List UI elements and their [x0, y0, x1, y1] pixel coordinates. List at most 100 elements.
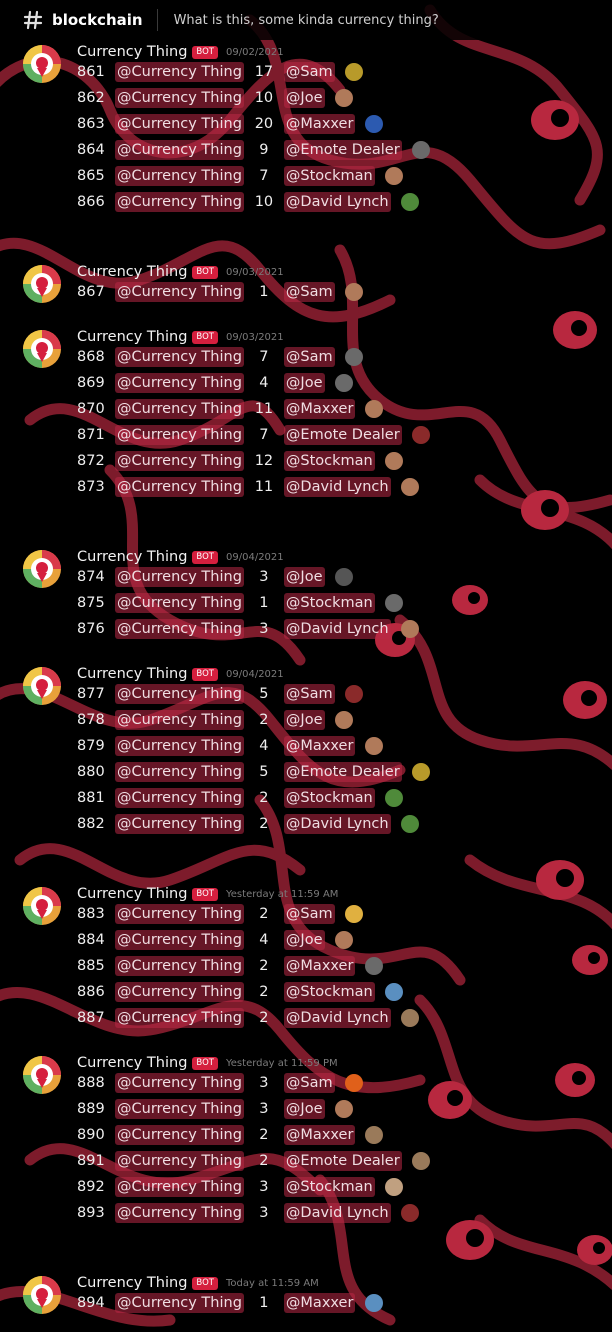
- bot-mention[interactable]: @Currency Thing: [115, 373, 244, 393]
- user-mention[interactable]: @David Lynch: [283, 192, 391, 212]
- user-mention[interactable]: @Sam: [283, 62, 335, 82]
- bot-mention[interactable]: @Currency Thing: [115, 762, 244, 782]
- bot-mention[interactable]: @Currency Thing: [115, 62, 244, 82]
- author-name[interactable]: Currency Thing: [77, 44, 187, 60]
- bot-mention[interactable]: @Currency Thing: [115, 1151, 244, 1171]
- avatar[interactable]: [22, 1275, 62, 1315]
- bot-mention[interactable]: @Currency Thing: [115, 166, 244, 186]
- message-line: 880 @Currency Thing 5 @Emote Dealer: [77, 760, 430, 784]
- user-mention[interactable]: @Stockman: [283, 166, 375, 186]
- message-line: 890 @Currency Thing 2 @Maxxer: [77, 1123, 384, 1147]
- avatar[interactable]: [22, 329, 62, 369]
- user-mention[interactable]: @Maxxer: [283, 114, 356, 134]
- bot-mention[interactable]: @Currency Thing: [115, 114, 244, 134]
- entry-number: 885: [77, 958, 105, 974]
- user-mention[interactable]: @Stockman: [283, 982, 375, 1002]
- user-mention[interactable]: @Sam: [283, 904, 335, 924]
- user-mention[interactable]: @Joe: [283, 710, 325, 730]
- bot-mention[interactable]: @Currency Thing: [115, 425, 244, 445]
- user-mention[interactable]: @Emote Dealer: [283, 1151, 402, 1171]
- bot-mention[interactable]: @Currency Thing: [115, 88, 244, 108]
- bot-mention[interactable]: @Currency Thing: [115, 982, 244, 1002]
- entry-number: 893: [77, 1205, 105, 1221]
- bot-mention[interactable]: @Currency Thing: [115, 1073, 244, 1093]
- message-header: Currency Thing BOT Yesterday at 11:59 PM: [77, 1053, 338, 1073]
- entry-number: 874: [77, 569, 105, 585]
- bot-mention[interactable]: @Currency Thing: [115, 956, 244, 976]
- entry-number: 892: [77, 1179, 105, 1195]
- bot-mention[interactable]: @Currency Thing: [115, 930, 244, 950]
- user-mention[interactable]: @Stockman: [283, 788, 375, 808]
- message-header: Currency Thing BOT 09/03/2021: [77, 327, 284, 347]
- bot-mention[interactable]: @Currency Thing: [115, 282, 244, 302]
- user-mention[interactable]: @Joe: [283, 930, 325, 950]
- author-name[interactable]: Currency Thing: [77, 264, 187, 280]
- bot-mention[interactable]: @Currency Thing: [115, 451, 244, 471]
- bot-mention[interactable]: @Currency Thing: [115, 1099, 244, 1119]
- avatar[interactable]: [22, 549, 62, 589]
- avatar[interactable]: [22, 886, 62, 926]
- user-mention[interactable]: @Emote Dealer: [283, 140, 402, 160]
- user-mention[interactable]: @David Lynch: [283, 619, 391, 639]
- message-line: 893 @Currency Thing 3 @David Lynch: [77, 1201, 419, 1225]
- user-mention[interactable]: @Stockman: [283, 451, 375, 471]
- bot-mention[interactable]: @Currency Thing: [115, 619, 244, 639]
- bot-mention[interactable]: @Currency Thing: [115, 593, 244, 613]
- message-line: 886 @Currency Thing 2 @Stockman: [77, 980, 403, 1004]
- user-mention[interactable]: @Emote Dealer: [283, 425, 402, 445]
- user-mention[interactable]: @Sam: [283, 347, 335, 367]
- user-mention[interactable]: @Sam: [283, 1073, 335, 1093]
- author-name[interactable]: Currency Thing: [77, 329, 187, 345]
- bot-mention[interactable]: @Currency Thing: [115, 477, 244, 497]
- user-mention[interactable]: @Maxxer: [283, 736, 356, 756]
- bot-mention[interactable]: @Currency Thing: [115, 1177, 244, 1197]
- bot-mention[interactable]: @Currency Thing: [115, 1203, 244, 1223]
- user-mention[interactable]: @Joe: [283, 373, 325, 393]
- bot-mention[interactable]: @Currency Thing: [115, 347, 244, 367]
- user-mention[interactable]: @Joe: [283, 567, 325, 587]
- entry-number: 884: [77, 932, 105, 948]
- avatar[interactable]: [22, 666, 62, 706]
- author-name[interactable]: Currency Thing: [77, 666, 187, 682]
- author-name[interactable]: Currency Thing: [77, 549, 187, 565]
- author-name[interactable]: Currency Thing: [77, 886, 187, 902]
- bot-mention[interactable]: @Currency Thing: [115, 140, 244, 160]
- user-mention[interactable]: @David Lynch: [283, 477, 391, 497]
- user-mention[interactable]: @Stockman: [283, 1177, 375, 1197]
- user-mention[interactable]: @Maxxer: [283, 1293, 356, 1313]
- bot-mention[interactable]: @Currency Thing: [115, 684, 244, 704]
- author-name[interactable]: Currency Thing: [77, 1275, 187, 1291]
- bot-mention[interactable]: @Currency Thing: [115, 710, 244, 730]
- timestamp: 09/04/2021: [226, 551, 284, 563]
- entry-number: 868: [77, 349, 105, 365]
- user-mention[interactable]: @David Lynch: [283, 1203, 391, 1223]
- figure-emoji: [365, 1126, 384, 1144]
- user-mention[interactable]: @Emote Dealer: [283, 762, 402, 782]
- bot-mention[interactable]: @Currency Thing: [115, 904, 244, 924]
- user-mention[interactable]: @David Lynch: [283, 1008, 391, 1028]
- user-mention[interactable]: @Sam: [283, 684, 335, 704]
- bot-mention[interactable]: @Currency Thing: [115, 192, 244, 212]
- avatar[interactable]: [22, 44, 62, 84]
- avatar[interactable]: [22, 264, 62, 304]
- user-mention[interactable]: @Stockman: [283, 593, 375, 613]
- bot-mention[interactable]: @Currency Thing: [115, 1008, 244, 1028]
- amount: 17: [254, 64, 274, 80]
- bot-mention[interactable]: @Currency Thing: [115, 399, 244, 419]
- user-mention[interactable]: @Joe: [283, 88, 325, 108]
- author-name[interactable]: Currency Thing: [77, 1055, 187, 1071]
- bot-mention[interactable]: @Currency Thing: [115, 736, 244, 756]
- user-mention[interactable]: @Joe: [283, 1099, 325, 1119]
- bot-mention[interactable]: @Currency Thing: [115, 788, 244, 808]
- bot-mention[interactable]: @Currency Thing: [115, 814, 244, 834]
- user-mention[interactable]: @Sam: [283, 282, 335, 302]
- avatar[interactable]: [22, 1055, 62, 1095]
- bot-mention[interactable]: @Currency Thing: [115, 567, 244, 587]
- message-line: 861 @Currency Thing 17 @Sam: [77, 60, 363, 84]
- user-mention[interactable]: @David Lynch: [283, 814, 391, 834]
- user-mention[interactable]: @Maxxer: [283, 399, 356, 419]
- user-mention[interactable]: @Maxxer: [283, 1125, 356, 1145]
- user-mention[interactable]: @Maxxer: [283, 956, 356, 976]
- bot-mention[interactable]: @Currency Thing: [115, 1125, 244, 1145]
- bot-mention[interactable]: @Currency Thing: [115, 1293, 244, 1313]
